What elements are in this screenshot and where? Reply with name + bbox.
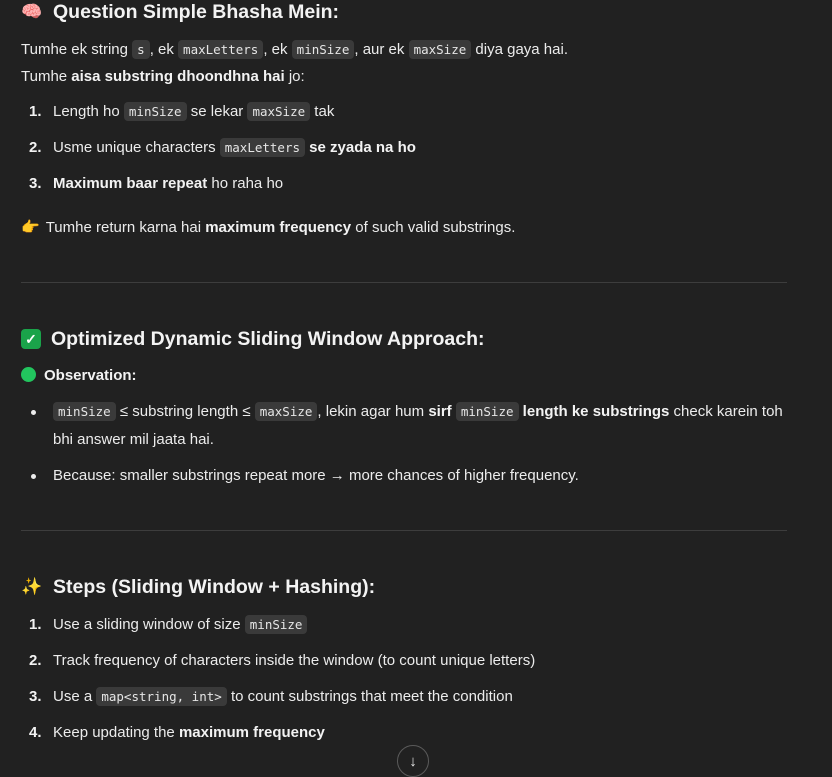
brain-icon: 🧠: [21, 2, 43, 21]
pointing-hand-icon: 👉: [21, 219, 40, 236]
list-item: 2. Track frequency of characters inside …: [29, 652, 536, 669]
divider: [21, 530, 787, 531]
inline-code: maxSize: [408, 40, 472, 59]
list-item: Because: smaller substrings repeat more …: [21, 462, 787, 490]
ordered-list: 1. Use a sliding window of size minSize …: [21, 613, 787, 757]
section-heading-question: 🧠 Question Simple Bhasha Mein:: [21, 0, 340, 23]
bullet-dot: [31, 410, 36, 415]
inline-code: map<string, int>: [96, 687, 227, 706]
list-item: 2. Usme unique characters maxLetters se …: [29, 138, 416, 157]
inline-code: minSize: [53, 402, 116, 421]
bullet-list: minSize ≤ substring length ≤ maxSize, le…: [21, 398, 787, 498]
arrow-down-icon: ↓: [409, 752, 417, 770]
list-item: 4. Keep updating the maximum frequency: [29, 724, 325, 741]
inline-code: maxSize: [254, 402, 318, 421]
observation-label: Observation:: [21, 362, 137, 390]
inline-code: maxLetters: [178, 40, 264, 59]
inline-code: maxSize: [247, 102, 311, 121]
section-heading-steps: ✨ Steps (Sliding Window + Hashing):: [21, 575, 376, 598]
list-item: 3. Use a map<string, int> to count subst…: [29, 687, 513, 706]
inline-code: minSize: [244, 615, 308, 634]
list-item: 1. Length ho minSize se lekar maxSize ta…: [29, 102, 335, 121]
paragraph: Tumhe ek string s, ek maxLetters, ek min…: [21, 40, 568, 59]
scroll-to-bottom-button[interactable]: ↓: [397, 745, 429, 777]
inline-code: minSize: [291, 40, 355, 59]
list-item: 3. Maximum baar repeat ho raha ho: [29, 175, 284, 192]
paragraph: Tumhe aisa substring dhoondhna hai jo:: [21, 68, 305, 85]
inline-code: s: [132, 40, 150, 59]
bullet-dot: [31, 474, 36, 479]
list-item: 1. Use a sliding window of size minSize: [21, 613, 787, 637]
inline-code: minSize: [455, 402, 519, 421]
sparkles-icon: ✨: [21, 577, 43, 596]
ordered-list: 1. Length ho minSize se lekar maxSize ta…: [21, 100, 787, 208]
list-item: minSize ≤ substring length ≤ maxSize, le…: [21, 398, 787, 454]
inline-code: maxLetters: [219, 138, 306, 157]
note-paragraph: 👉 Tumhe return karna hai maximum frequenc…: [21, 219, 516, 236]
green-circle-icon: [21, 367, 36, 382]
inline-code: minSize: [123, 102, 187, 121]
divider: [21, 282, 787, 283]
check-box-icon: ✓: [21, 329, 41, 349]
section-heading-approach: ✓ Optimized Dynamic Sliding Window Appro…: [21, 327, 485, 351]
